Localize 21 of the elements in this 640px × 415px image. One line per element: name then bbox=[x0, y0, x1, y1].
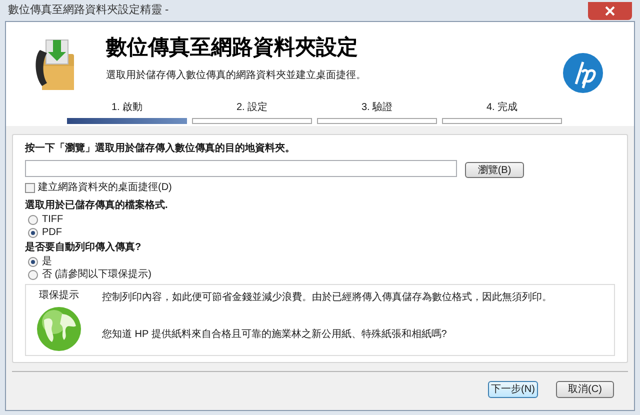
next-button[interactable]: 下一步(N) bbox=[488, 381, 538, 398]
browse-button[interactable]: 瀏覽(B) bbox=[465, 162, 524, 178]
step-label: 3. 驗證 bbox=[361, 100, 393, 115]
step-label: 4. 完成 bbox=[486, 100, 518, 115]
radio-label: TIFF bbox=[42, 213, 64, 227]
radio-label: 否 (請參閱以下環保提示) bbox=[42, 268, 152, 282]
section-heading: 選取用於已儲存傳真的檔案格式. bbox=[25, 198, 169, 213]
section-heading: 按一下「瀏覽」選取用於儲存傳入數位傳真的目的地資料夾。 bbox=[25, 142, 296, 156]
tip-text: 您知道 HP 提供紙料來自合格且可靠的施業林之新公用紙、特殊紙張和相紙嗎? bbox=[102, 328, 448, 342]
cancel-button[interactable]: 取消(C) bbox=[556, 381, 614, 398]
tip-title: 環保提示 bbox=[39, 289, 79, 303]
page-title: 數位傳真至網路資料夾設定 bbox=[106, 34, 359, 61]
radio-label: 是 bbox=[42, 255, 52, 269]
step-label: 1. 啟動 bbox=[111, 101, 143, 115]
page-subtitle: 選取用於儲存傳入數位傳真的網路資料夾並建立桌面捷徑。 bbox=[106, 68, 366, 83]
radio-label: PDF bbox=[42, 226, 62, 240]
step-label: 2. 設定 bbox=[236, 100, 268, 115]
section-heading: 是否要自動列印傳入傳真? bbox=[25, 240, 142, 255]
checkbox-label: 建立網路資料夾的桌面捷徑(D) bbox=[38, 180, 172, 195]
window-title: 數位傳真至網路資料夾設定精靈 - bbox=[8, 2, 169, 18]
tip-text: 控制列印內容，如此便可節省金錢並減少浪費。由於已經將傳入傳真儲存為數位格式，因此無須列印。 bbox=[102, 290, 552, 305]
